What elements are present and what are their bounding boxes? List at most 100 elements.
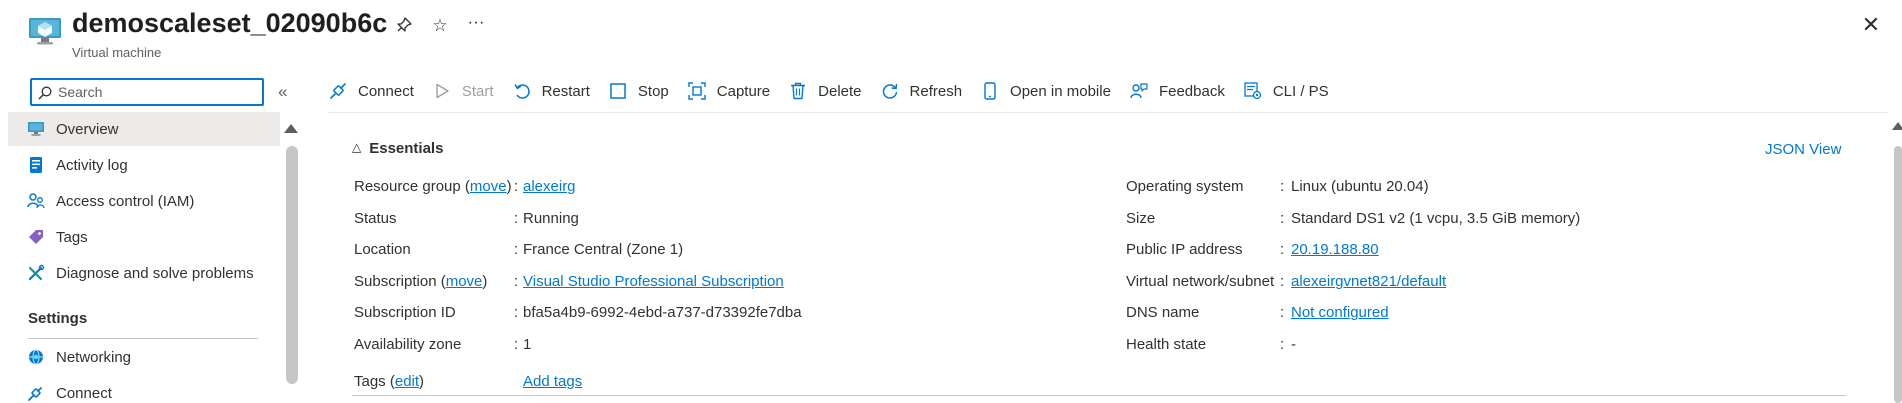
- refresh-label: Refresh: [909, 82, 963, 100]
- colon: :: [514, 210, 519, 227]
- move-subscription-link[interactable]: move: [446, 273, 483, 290]
- nav-item-activity-log[interactable]: Activity log: [8, 148, 280, 182]
- restart-button[interactable]: Restart: [512, 81, 590, 101]
- os-label: Operating system: [1126, 178, 1244, 195]
- essentials-toggle[interactable]: ▽ Essentials: [352, 140, 443, 157]
- trash-icon: [788, 81, 808, 101]
- diagnose-icon: [26, 263, 46, 283]
- command-bar-divider: [328, 112, 1888, 113]
- favorite-star-icon[interactable]: ☆: [430, 16, 450, 36]
- health-value: -: [1291, 336, 1296, 353]
- essentials-heading: Essentials: [369, 140, 444, 157]
- colon: :: [514, 336, 519, 353]
- connect-button[interactable]: Connect: [328, 81, 414, 101]
- stop-button[interactable]: Stop: [608, 81, 669, 101]
- colon: :: [514, 178, 519, 195]
- nav-item-networking[interactable]: Networking: [8, 340, 280, 374]
- open-in-mobile-button[interactable]: Open in mobile: [980, 81, 1111, 101]
- subscription-label: Subscription (move): [354, 273, 488, 290]
- dns-label: DNS name: [1126, 304, 1200, 321]
- capture-button[interactable]: Capture: [687, 81, 770, 101]
- restart-label: Restart: [541, 82, 590, 100]
- tag-icon: [26, 227, 46, 247]
- vnet-value[interactable]: alexeirgvnet821/default: [1291, 273, 1446, 290]
- menu-search-input[interactable]: [58, 82, 258, 102]
- page-title: demoscaleset_02090b6c: [72, 8, 388, 38]
- delete-label: Delete: [818, 82, 862, 100]
- page-subtitle: Virtual machine: [72, 45, 162, 60]
- move-resource-group-link[interactable]: move: [470, 178, 507, 195]
- connect-icon: [26, 383, 46, 403]
- nav-item-overview[interactable]: Overview: [8, 112, 280, 146]
- activity-log-icon: [26, 155, 46, 175]
- capture-label: Capture: [716, 82, 771, 100]
- virtual-machine-icon: [29, 18, 61, 45]
- edit-tags-link[interactable]: edit: [395, 373, 419, 390]
- nav-item-access-control[interactable]: Access control (IAM): [8, 184, 280, 218]
- more-options-icon[interactable]: ···: [466, 12, 486, 32]
- chevron-up-icon: ▽: [352, 141, 362, 156]
- overview-icon: [26, 119, 46, 139]
- colon: :: [514, 273, 519, 290]
- subscription-id-value: bfa5a4b9-6992-4ebd-a737-d73392fe7dba: [523, 304, 802, 321]
- nav-section-settings: Settings: [28, 310, 88, 327]
- location-value: France Central (Zone 1): [523, 241, 684, 258]
- nav-item-connect[interactable]: Connect: [8, 376, 280, 403]
- close-icon[interactable]: ✕: [1860, 14, 1882, 36]
- colon: :: [1280, 273, 1285, 290]
- nav-divider: [28, 338, 258, 339]
- feedback-button[interactable]: Feedback: [1129, 81, 1225, 101]
- colon: :: [1280, 178, 1285, 195]
- pin-icon[interactable]: [394, 16, 414, 36]
- colon: :: [514, 304, 519, 321]
- nav-item-tags[interactable]: Tags: [8, 220, 280, 254]
- subscription-value[interactable]: Visual Studio Professional Subscription: [523, 273, 784, 290]
- feedback-label: Feedback: [1158, 82, 1225, 100]
- json-view-link[interactable]: JSON View: [1765, 141, 1841, 158]
- nav-label: Networking: [56, 348, 132, 366]
- stop-label: Stop: [637, 82, 669, 100]
- colon: :: [1280, 210, 1285, 227]
- refresh-icon: [880, 81, 900, 101]
- subscription-id-label: Subscription ID: [354, 304, 456, 321]
- content-scrollbar-thumb[interactable]: [1894, 146, 1902, 403]
- os-value: Linux (ubuntu 20.04): [1291, 178, 1429, 195]
- location-label: Location: [354, 241, 411, 258]
- delete-button[interactable]: Delete: [788, 81, 862, 101]
- availability-zone-label: Availability zone: [354, 336, 462, 353]
- colon: :: [1280, 304, 1285, 321]
- cli-ps-button[interactable]: CLI / PS: [1243, 81, 1329, 101]
- iam-icon: [26, 191, 46, 211]
- content-scroll-up-arrow[interactable]: [1892, 122, 1902, 130]
- add-tags-link[interactable]: Add tags: [523, 373, 582, 390]
- command-bar: Connect Start Restart Stop Capture Delet…: [328, 76, 1347, 106]
- start-button[interactable]: Start: [432, 81, 494, 101]
- connect-label: Connect: [358, 82, 414, 100]
- resource-menu: « Overview Activity log Access control (…: [0, 74, 310, 403]
- collapse-menu-icon[interactable]: «: [278, 82, 287, 102]
- resource-group-value[interactable]: alexeirg: [523, 178, 576, 195]
- nav-label: Tags: [56, 228, 88, 246]
- public-ip-value[interactable]: 20.19.188.80: [1291, 241, 1379, 258]
- colon: :: [514, 241, 519, 258]
- nav-item-diagnose[interactable]: Diagnose and solve problems: [8, 256, 280, 290]
- refresh-button[interactable]: Refresh: [880, 81, 963, 101]
- play-icon: [432, 81, 452, 101]
- open-in-mobile-label: Open in mobile: [1010, 82, 1111, 100]
- menu-search-box[interactable]: [30, 78, 264, 106]
- public-ip-label: Public IP address: [1126, 241, 1243, 258]
- status-value: Running: [523, 210, 579, 227]
- blade-header: demoscaleset_02090b6c Virtual machine ☆ …: [0, 0, 1902, 70]
- health-label: Health state: [1126, 336, 1207, 353]
- dns-value[interactable]: Not configured: [1291, 304, 1389, 321]
- colon: :: [1280, 336, 1285, 353]
- colon: :: [1280, 241, 1285, 258]
- nav-label: Connect: [56, 384, 112, 402]
- menu-scroll-up-arrow[interactable]: [284, 124, 298, 133]
- resource-group-label: Resource group (move): [354, 178, 512, 195]
- size-label: Size: [1126, 210, 1156, 227]
- size-value: Standard DS1 v2 (1 vcpu, 3.5 GiB memory): [1291, 210, 1581, 227]
- menu-scrollbar-thumb[interactable]: [286, 146, 298, 384]
- nav-label: Activity log: [56, 156, 128, 174]
- feedback-icon: [1129, 81, 1149, 101]
